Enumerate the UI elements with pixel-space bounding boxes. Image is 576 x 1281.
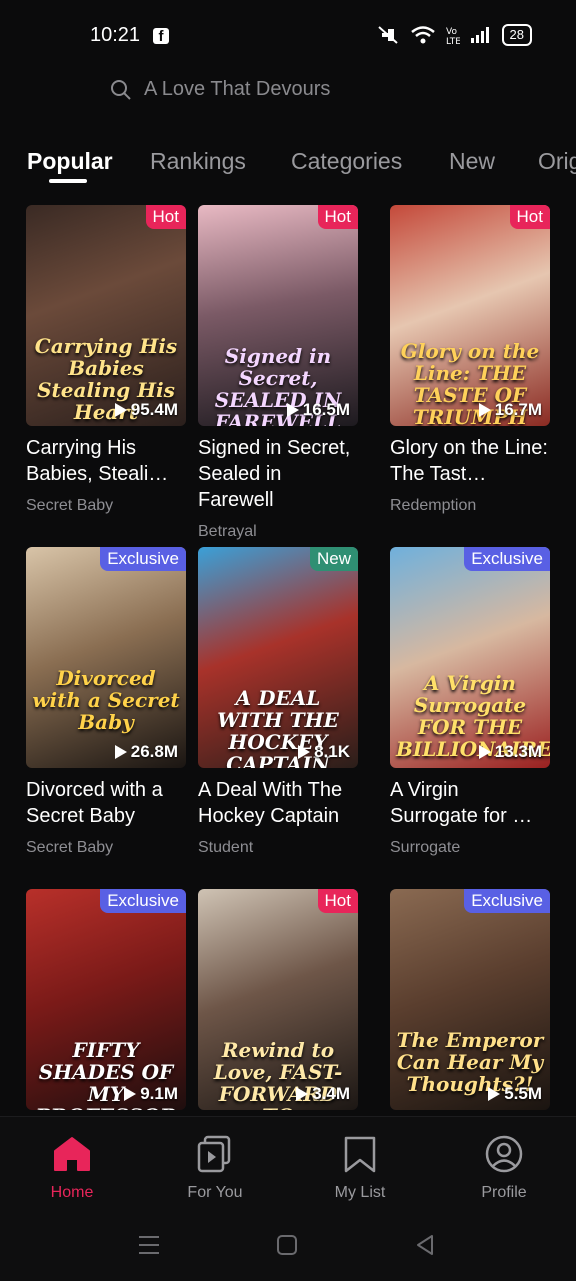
drama-card[interactable]: Exclusive FIFTY SHADES OF MY PROFESSOR 9…: [26, 889, 186, 1110]
play-icon: [124, 1087, 137, 1101]
drama-card[interactable]: Exclusive The Emperor Can Hear My Though…: [390, 889, 550, 1110]
poster-image[interactable]: Exclusive The Emperor Can Hear My Though…: [390, 889, 550, 1110]
drama-category: Secret Baby: [26, 839, 114, 856]
nav-my-list-label: My List: [334, 1184, 386, 1201]
play-icon: [286, 403, 299, 417]
poster-image[interactable]: New A DEAL WITH THE HOCKEY CAPTAIN 8.1K: [198, 547, 358, 768]
drama-title[interactable]: Signed in Secret, Sealed in Farewell: [198, 435, 358, 513]
hot-badge: Hot: [145, 205, 186, 229]
nav-home-label: Home: [50, 1184, 94, 1201]
exclusive-badge: Exclusive: [464, 889, 550, 913]
bookmark-icon: [344, 1136, 376, 1173]
drama-category: Betrayal: [198, 523, 257, 540]
search-bar[interactable]: A Love That Devours: [110, 78, 330, 101]
hot-badge: Hot: [509, 205, 550, 229]
view-count: 5.5M: [488, 1084, 542, 1104]
home-icon: [54, 1137, 90, 1171]
play-icon: [298, 745, 311, 759]
poster-image[interactable]: Exclusive FIFTY SHADES OF MY PROFESSOR 9…: [26, 889, 186, 1110]
nav-my-list[interactable]: My List: [305, 1135, 415, 1202]
nav-profile-label: Profile: [481, 1184, 527, 1201]
svg-text:LTE: LTE: [446, 37, 460, 45]
recent-apps-icon[interactable]: [138, 1234, 160, 1256]
drama-title[interactable]: A Deal With The Hockey Captain: [198, 777, 358, 829]
drama-title[interactable]: Divorced with a Secret Baby: [26, 777, 186, 829]
system-navigation-bar: [0, 1228, 576, 1260]
play-icon: [478, 403, 491, 417]
mute-icon: [377, 26, 398, 44]
active-tab-indicator: [49, 179, 87, 183]
profile-icon: [485, 1135, 523, 1173]
tab-rankings[interactable]: Rankings: [150, 148, 246, 175]
tab-new[interactable]: New: [449, 148, 495, 175]
play-icon: [114, 403, 127, 417]
home-button-icon[interactable]: [276, 1234, 298, 1256]
search-icon: [111, 79, 131, 100]
new-badge: New: [309, 547, 358, 571]
drama-card[interactable]: Exclusive Divorced with a Secret Baby 26…: [26, 547, 186, 857]
wifi-icon: [410, 26, 435, 44]
status-bar: 10:21 f Vo LTE 28: [0, 0, 576, 72]
poster-image[interactable]: Exclusive A Virgin Surrogate FOR THE BIL…: [390, 547, 550, 768]
poster-image[interactable]: Hot Carrying His Babies Stealing His Hea…: [26, 205, 186, 426]
exclusive-badge: Exclusive: [100, 547, 186, 571]
drama-card[interactable]: Hot Signed in Secret, SEALED IN FAREWELL…: [198, 205, 358, 541]
hot-badge: Hot: [317, 889, 358, 913]
poster-image[interactable]: Hot Rewind to Love, FAST-FORWARD TO FORE…: [198, 889, 358, 1110]
back-icon[interactable]: [414, 1234, 436, 1256]
facebook-notification-icon: f: [153, 28, 169, 45]
nav-profile[interactable]: Profile: [449, 1135, 559, 1202]
status-time: 10:21: [90, 24, 141, 46]
drama-card[interactable]: Hot Glory on the Line: THE TASTE OF TRIU…: [390, 205, 550, 515]
exclusive-badge: Exclusive: [464, 547, 550, 571]
play-icon: [296, 1087, 309, 1101]
svg-text:Vo: Vo: [446, 27, 457, 37]
signal-icon: [470, 27, 489, 43]
view-count: 9.1M: [124, 1084, 178, 1104]
play-icon: [478, 745, 491, 759]
nav-for-you[interactable]: For You: [160, 1135, 270, 1202]
drama-card[interactable]: Hot Carrying His Babies Stealing His Hea…: [26, 205, 186, 515]
view-count: 3.4M: [296, 1084, 350, 1104]
volte-icon: VoLTE: [446, 27, 460, 45]
view-count: 95.4M: [114, 400, 178, 420]
poster-title: Divorced with a Secret Baby: [32, 666, 180, 734]
drama-title[interactable]: Carrying His Babies, Steali…: [26, 435, 186, 487]
view-count: 8.1K: [298, 742, 350, 762]
tab-categories[interactable]: Categories: [291, 148, 402, 175]
hot-badge: Hot: [317, 205, 358, 229]
nav-for-you-label: For You: [187, 1184, 243, 1201]
poster-image[interactable]: Exclusive Divorced with a Secret Baby 26…: [26, 547, 186, 768]
drama-title[interactable]: A Virgin Surrogate for …: [390, 777, 550, 829]
tab-popular[interactable]: Popular: [27, 148, 113, 175]
view-count: 16.5M: [286, 400, 350, 420]
drama-card[interactable]: New A DEAL WITH THE HOCKEY CAPTAIN 8.1K …: [198, 547, 358, 857]
view-count: 16.7M: [478, 400, 542, 420]
view-count: 26.8M: [114, 742, 178, 762]
drama-card[interactable]: Exclusive A Virgin Surrogate FOR THE BIL…: [390, 547, 550, 857]
battery-icon: 28: [501, 24, 532, 46]
play-stack-icon: [197, 1135, 231, 1173]
poster-image[interactable]: Hot Signed in Secret, SEALED IN FAREWELL…: [198, 205, 358, 426]
tab-originals[interactable]: Orig: [538, 148, 576, 175]
drama-card[interactable]: Hot Rewind to Love, FAST-FORWARD TO FORE…: [198, 889, 358, 1110]
drama-category: Student: [198, 839, 254, 856]
nav-home[interactable]: Home: [17, 1135, 127, 1202]
search-input[interactable]: A Love That Devours: [144, 78, 330, 101]
status-icons: Vo LTE 28: [376, 24, 532, 46]
exclusive-badge: Exclusive: [100, 889, 186, 913]
drama-category: Secret Baby: [26, 497, 114, 514]
drama-category: Surrogate: [390, 839, 461, 856]
view-count: 13.3M: [478, 742, 542, 762]
poster-image[interactable]: Hot Glory on the Line: THE TASTE OF TRIU…: [390, 205, 550, 426]
play-icon: [488, 1087, 501, 1101]
drama-category: Redemption: [390, 497, 477, 514]
drama-title[interactable]: Glory on the Line: The Tast…: [390, 435, 550, 487]
play-icon: [114, 745, 127, 759]
